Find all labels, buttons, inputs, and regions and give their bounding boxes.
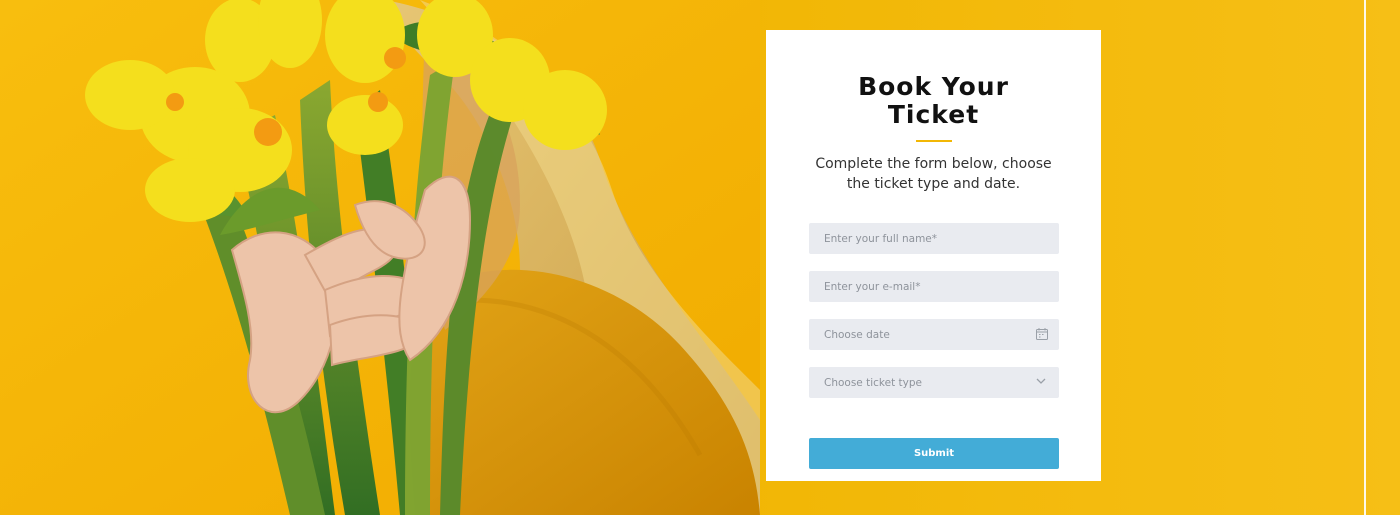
book-ticket-form-card: Book Your Ticket Complete the form below… bbox=[766, 30, 1101, 481]
form-description: Complete the form below, choose the tick… bbox=[815, 156, 1052, 192]
woman-with-tulips-image bbox=[0, 0, 760, 515]
calendar-icon[interactable] bbox=[1035, 327, 1049, 341]
full-name-input[interactable] bbox=[809, 223, 1059, 254]
booking-form: Choose ticket type Submit bbox=[809, 223, 1059, 469]
form-title: Book Your Ticket bbox=[858, 72, 1009, 129]
ticket-type-selected-value: Choose ticket type bbox=[824, 376, 922, 389]
email-field-wrapper bbox=[809, 271, 1059, 302]
full-name-field-wrapper bbox=[809, 223, 1059, 254]
email-input[interactable] bbox=[809, 271, 1059, 302]
hero-background-image bbox=[0, 0, 760, 515]
ticket-type-select[interactable]: Choose ticket type bbox=[809, 367, 1059, 398]
submit-button[interactable]: Submit bbox=[809, 438, 1059, 469]
date-input[interactable] bbox=[809, 319, 1059, 350]
date-field-wrapper bbox=[809, 319, 1059, 350]
decorative-right-line bbox=[1364, 0, 1366, 515]
chevron-down-icon[interactable] bbox=[1034, 374, 1048, 388]
title-underline bbox=[915, 140, 952, 142]
